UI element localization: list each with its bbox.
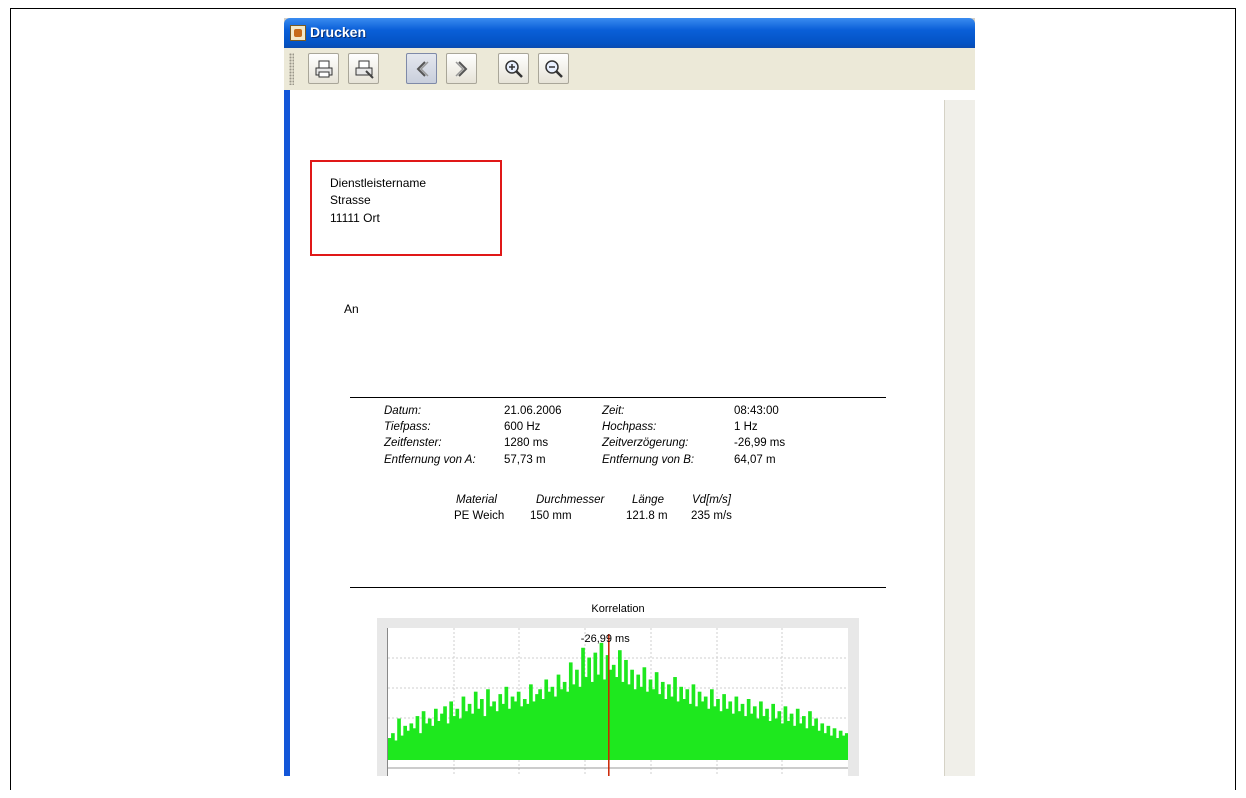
distance-a-label: Entfernung von A: [384, 454, 476, 466]
zoom-out-button[interactable] [538, 53, 569, 84]
velocity-header: Vd[m/s] [692, 494, 731, 506]
separator-top [350, 397, 886, 398]
sender-address-box [310, 160, 502, 256]
chart-plot-area: -26,99 ms [387, 628, 848, 776]
previous-page-button[interactable] [406, 53, 437, 84]
chart-title: Korrelation [591, 603, 645, 615]
title-bar[interactable]: Drucken [284, 18, 975, 48]
highpass-value: 1 Hz [734, 421, 758, 433]
length-header: Länge [632, 494, 664, 506]
java-cup-icon [290, 25, 306, 41]
highpass-label: Hochpass: [602, 421, 657, 433]
zoom-in-icon [504, 59, 523, 78]
print-window: Drucken Dienstleistername Strasse 11111 … [284, 18, 975, 776]
lowpass-label: Tiefpass: [384, 421, 431, 433]
printer-setup-icon [355, 60, 374, 79]
sender-city: 11111 Ort [330, 211, 380, 225]
toolbar [284, 48, 975, 91]
chevron-left-icon [416, 60, 429, 77]
sender-name: Dienstleistername [330, 176, 427, 190]
window-title: Drucken [310, 24, 367, 40]
distance-b-value: 64,07 m [734, 454, 776, 466]
document-page: Dienstleistername Strasse 11111 Ort An D… [290, 100, 945, 776]
printer-icon [315, 60, 332, 77]
length-value: 121.8 m [626, 510, 668, 522]
lowpass-value: 600 Hz [504, 421, 541, 433]
correlation-svg: -26,99 ms [388, 628, 848, 776]
window-value: 1280 ms [504, 437, 549, 449]
next-page-button[interactable] [446, 53, 477, 84]
preview-viewport[interactable]: Dienstleistername Strasse 11111 Ort An D… [290, 90, 975, 776]
diameter-value: 150 mm [530, 510, 572, 522]
vertical-scroll-area[interactable] [944, 100, 975, 776]
recipient-label: An [344, 302, 359, 316]
print-button[interactable] [308, 53, 339, 84]
date-label: Datum: [384, 405, 422, 417]
delay-annotation: -26,99 ms [581, 633, 630, 645]
window-label: Zeitfenster: [384, 437, 442, 449]
delay-value: -26,99 ms [734, 437, 786, 449]
material-value: PE Weich [454, 510, 505, 522]
chevron-right-icon [454, 60, 467, 77]
time-label: Zeit: [602, 405, 625, 417]
distance-a-value: 57,73 m [504, 454, 546, 466]
date-value: 21.06.2006 [504, 405, 562, 417]
delay-label: Zeitverzögerung: [602, 437, 689, 449]
sender-street: Strasse [330, 193, 371, 207]
velocity-value: 235 m/s [691, 510, 732, 522]
zoom-in-button[interactable] [498, 53, 529, 84]
zoom-out-icon [544, 59, 563, 78]
correlation-chart: -26,99 ms [377, 618, 859, 776]
diameter-header: Durchmesser [536, 494, 605, 506]
separator-bottom [350, 587, 886, 588]
material-header: Material [456, 494, 497, 506]
correlation-bar [844, 733, 848, 760]
toolbar-grip[interactable] [289, 53, 294, 85]
distance-b-label: Entfernung von B: [602, 454, 695, 466]
print-setup-button[interactable] [348, 53, 379, 84]
time-value: 08:43:00 [734, 405, 779, 417]
